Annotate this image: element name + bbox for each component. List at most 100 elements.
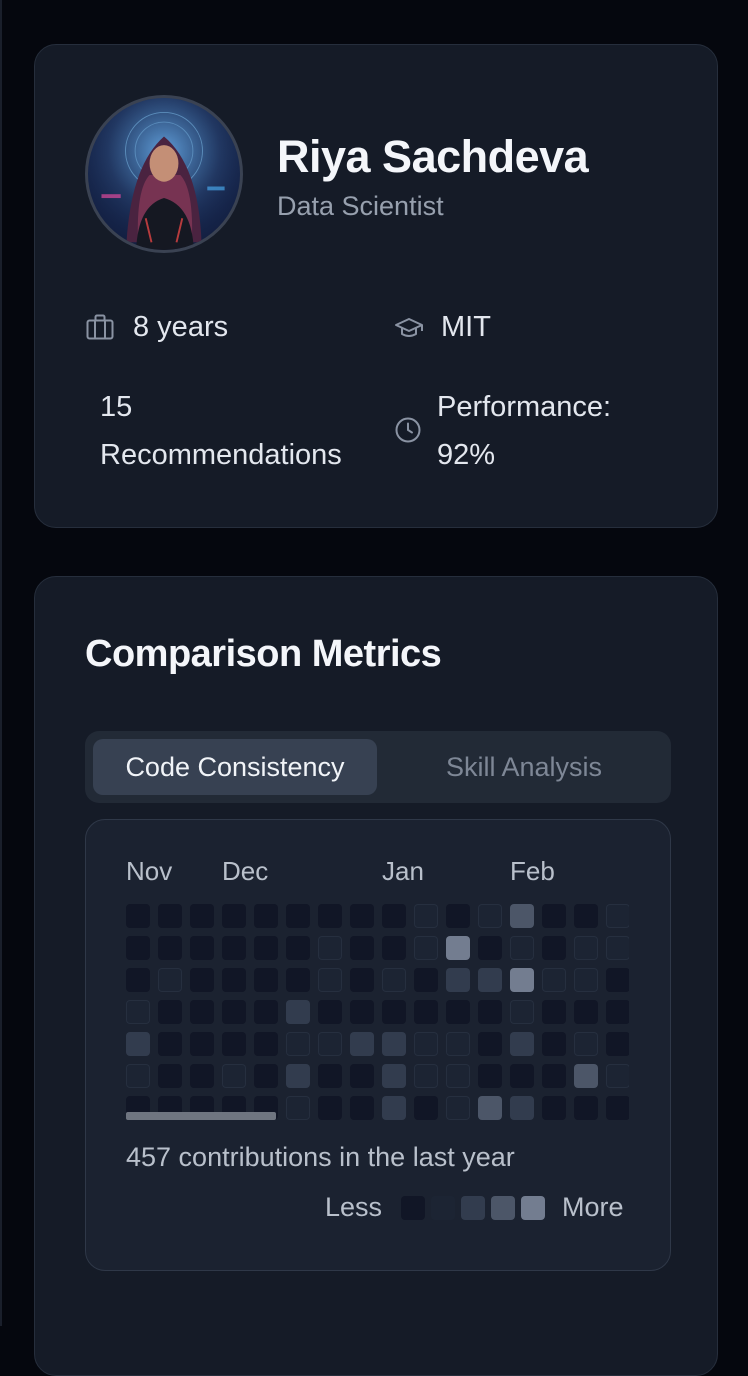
contribution-day-cell[interactable] — [446, 904, 470, 928]
contribution-day-cell[interactable] — [350, 1032, 374, 1056]
contribution-day-cell[interactable] — [510, 1064, 534, 1088]
contribution-day-cell[interactable] — [574, 968, 598, 992]
contribution-day-cell[interactable] — [414, 1096, 438, 1120]
contribution-day-cell[interactable] — [606, 968, 629, 992]
contribution-day-cell[interactable] — [382, 1064, 406, 1088]
contribution-day-cell[interactable] — [574, 1064, 598, 1088]
contribution-day-cell[interactable] — [286, 1000, 310, 1024]
contribution-day-cell[interactable] — [574, 1000, 598, 1024]
contribution-day-cell[interactable] — [286, 968, 310, 992]
contribution-day-cell[interactable] — [542, 1000, 566, 1024]
contribution-day-cell[interactable] — [414, 936, 438, 960]
contribution-day-cell[interactable] — [254, 968, 278, 992]
contribution-day-cell[interactable] — [606, 1064, 629, 1088]
contribution-day-cell[interactable] — [542, 1032, 566, 1056]
contribution-day-cell[interactable] — [606, 1032, 629, 1056]
contribution-day-cell[interactable] — [222, 936, 246, 960]
contribution-day-cell[interactable] — [574, 1096, 598, 1120]
contribution-day-cell[interactable] — [126, 936, 150, 960]
contribution-day-cell[interactable] — [158, 968, 182, 992]
contribution-day-cell[interactable] — [254, 936, 278, 960]
contribution-day-cell[interactable] — [318, 1000, 342, 1024]
contribution-day-cell[interactable] — [446, 1096, 470, 1120]
contribution-day-cell[interactable] — [542, 936, 566, 960]
contribution-day-cell[interactable] — [158, 1064, 182, 1088]
contribution-day-cell[interactable] — [222, 904, 246, 928]
contribution-day-cell[interactable] — [350, 1096, 374, 1120]
contribution-day-cell[interactable] — [574, 904, 598, 928]
contribution-day-cell[interactable] — [478, 1064, 502, 1088]
contribution-day-cell[interactable] — [222, 1000, 246, 1024]
contribution-day-cell[interactable] — [574, 936, 598, 960]
tab-skill-analysis[interactable]: Skill Analysis — [385, 739, 663, 795]
contribution-day-cell[interactable] — [446, 968, 470, 992]
contribution-day-cell[interactable] — [414, 904, 438, 928]
contribution-day-cell[interactable] — [382, 1000, 406, 1024]
contribution-day-cell[interactable] — [606, 1096, 629, 1120]
contribution-day-cell[interactable] — [606, 936, 629, 960]
contribution-day-cell[interactable] — [318, 1032, 342, 1056]
contribution-day-cell[interactable] — [158, 1032, 182, 1056]
contribution-day-cell[interactable] — [510, 936, 534, 960]
contribution-day-cell[interactable] — [446, 1032, 470, 1056]
contribution-day-cell[interactable] — [158, 1000, 182, 1024]
heatmap-scrollbar[interactable] — [126, 1112, 276, 1120]
tab-code-consistency[interactable]: Code Consistency — [93, 739, 377, 795]
contribution-day-cell[interactable] — [126, 968, 150, 992]
contribution-day-cell[interactable] — [286, 1096, 310, 1120]
contribution-day-cell[interactable] — [126, 1064, 150, 1088]
contribution-day-cell[interactable] — [478, 936, 502, 960]
contribution-day-cell[interactable] — [190, 1032, 214, 1056]
contribution-day-cell[interactable] — [222, 968, 246, 992]
contribution-day-cell[interactable] — [542, 904, 566, 928]
contribution-day-cell[interactable] — [478, 1032, 502, 1056]
contribution-day-cell[interactable] — [478, 1096, 502, 1120]
contribution-day-cell[interactable] — [478, 904, 502, 928]
contribution-day-cell[interactable] — [318, 1096, 342, 1120]
contribution-day-cell[interactable] — [446, 1000, 470, 1024]
contribution-day-cell[interactable] — [478, 1000, 502, 1024]
contribution-day-cell[interactable] — [350, 936, 374, 960]
contribution-day-cell[interactable] — [318, 968, 342, 992]
contribution-day-cell[interactable] — [350, 968, 374, 992]
contribution-day-cell[interactable] — [542, 1096, 566, 1120]
contribution-day-cell[interactable] — [286, 904, 310, 928]
contribution-day-cell[interactable] — [510, 904, 534, 928]
contribution-day-cell[interactable] — [446, 1064, 470, 1088]
contribution-day-cell[interactable] — [126, 904, 150, 928]
contribution-day-cell[interactable] — [510, 1096, 534, 1120]
contribution-day-cell[interactable] — [350, 1064, 374, 1088]
contribution-day-cell[interactable] — [510, 1032, 534, 1056]
contribution-day-cell[interactable] — [286, 936, 310, 960]
contribution-day-cell[interactable] — [350, 904, 374, 928]
contribution-day-cell[interactable] — [158, 936, 182, 960]
contribution-day-cell[interactable] — [382, 968, 406, 992]
contribution-day-cell[interactable] — [574, 1032, 598, 1056]
contribution-day-cell[interactable] — [318, 1064, 342, 1088]
contribution-day-cell[interactable] — [414, 968, 438, 992]
contribution-day-cell[interactable] — [382, 1096, 406, 1120]
contribution-day-cell[interactable] — [158, 904, 182, 928]
contribution-day-cell[interactable] — [254, 1032, 278, 1056]
contribution-day-cell[interactable] — [382, 904, 406, 928]
contribution-day-cell[interactable] — [318, 936, 342, 960]
contribution-day-cell[interactable] — [254, 904, 278, 928]
contribution-day-cell[interactable] — [510, 1000, 534, 1024]
contribution-day-cell[interactable] — [190, 968, 214, 992]
contribution-day-cell[interactable] — [510, 968, 534, 992]
contribution-day-cell[interactable] — [222, 1064, 246, 1088]
contribution-day-cell[interactable] — [606, 904, 629, 928]
contribution-day-cell[interactable] — [606, 1000, 629, 1024]
contribution-day-cell[interactable] — [126, 1000, 150, 1024]
contribution-day-cell[interactable] — [382, 936, 406, 960]
contribution-day-cell[interactable] — [414, 1000, 438, 1024]
contribution-day-cell[interactable] — [542, 968, 566, 992]
contribution-day-cell[interactable] — [190, 1000, 214, 1024]
contribution-day-cell[interactable] — [318, 904, 342, 928]
contribution-day-cell[interactable] — [254, 1064, 278, 1088]
contribution-day-cell[interactable] — [286, 1064, 310, 1088]
contribution-day-cell[interactable] — [190, 904, 214, 928]
contribution-day-cell[interactable] — [190, 1064, 214, 1088]
contribution-day-cell[interactable] — [190, 936, 214, 960]
contribution-day-cell[interactable] — [542, 1064, 566, 1088]
